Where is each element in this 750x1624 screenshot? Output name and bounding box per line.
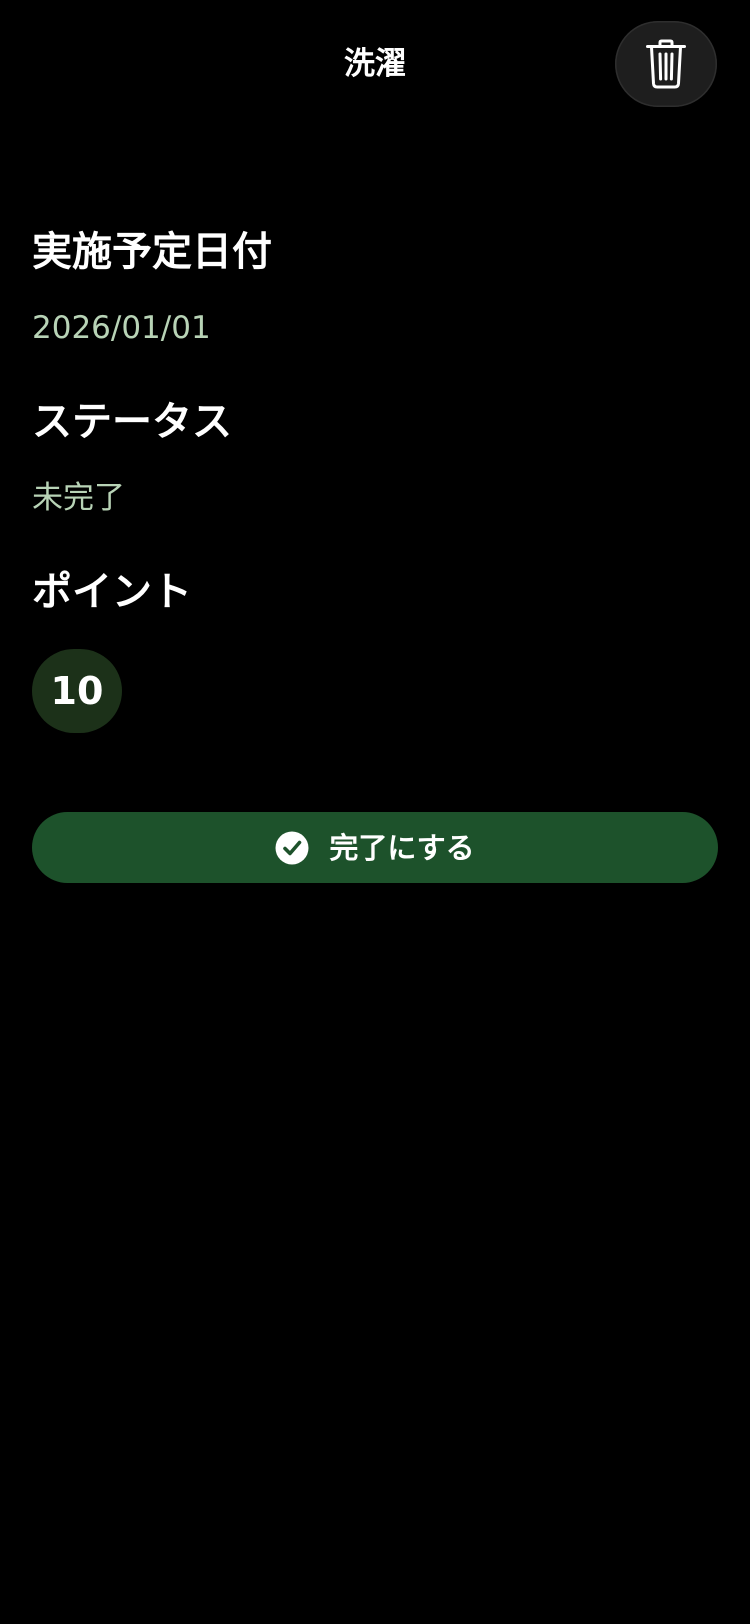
complete-button[interactable]: 完了にする <box>32 812 718 883</box>
status-value: 未完了 <box>32 480 125 516</box>
status-label: ステータス <box>32 399 232 445</box>
points-badge: 10 <box>32 649 122 733</box>
delete-button[interactable] <box>615 21 717 107</box>
check-circle-icon <box>275 831 309 864</box>
points-label: ポイント <box>32 569 192 615</box>
scheduled-date-value: 2026/01/01 <box>32 310 211 346</box>
trash-icon <box>646 39 686 89</box>
scheduled-date-label: 実施予定日付 <box>32 229 272 275</box>
complete-button-label: 完了にする <box>329 830 475 865</box>
task-detail-screen: 洗濯 実施予定日付 2026/01/01 ステータス 未完了 ポイント 10 完… <box>0 0 750 1624</box>
